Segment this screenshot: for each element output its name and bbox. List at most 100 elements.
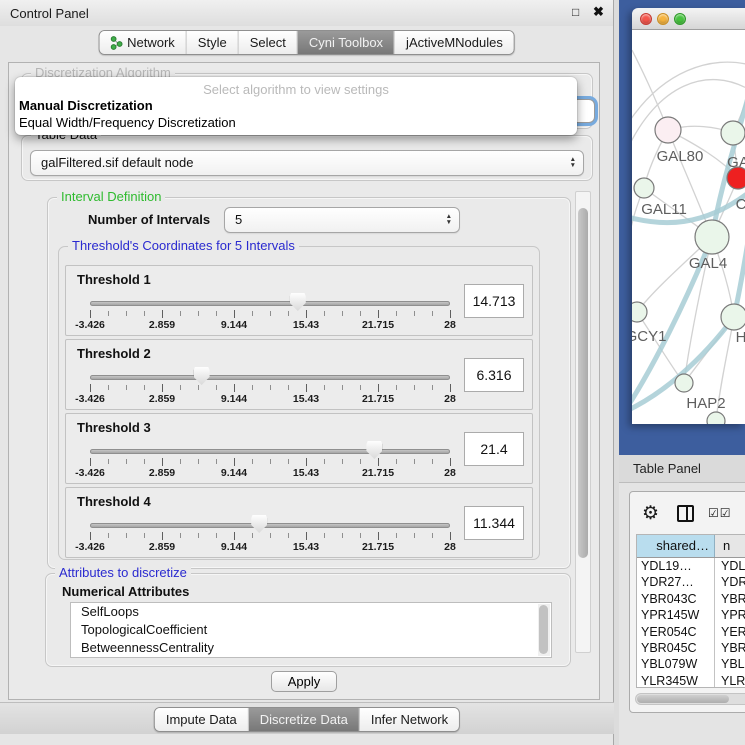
mac-zoom-icon[interactable] <box>674 13 686 25</box>
scrollbar-thumb[interactable] <box>539 605 548 654</box>
control-panel: Control Panel □ ✖ NetworkStyleSelectCyni… <box>0 0 614 745</box>
apply-button[interactable]: Apply <box>271 671 337 692</box>
float-window-icon[interactable]: □ <box>572 5 586 19</box>
network-node-gcy1[interactable] <box>632 302 647 322</box>
network-graph[interactable]: GAL80GACGAL11GAL4GCY1HHAP2 <box>632 30 745 424</box>
table-data-combobox[interactable]: galFiltered.sif default node ▲▼ <box>30 150 584 176</box>
gear-icon[interactable]: ⚙ <box>642 502 659 525</box>
cell-shared-name[interactable]: YPR145W <box>637 607 715 623</box>
cell-name[interactable]: YBR0 <box>715 591 745 607</box>
slider-track[interactable] <box>90 523 450 528</box>
column-header-shared-name[interactable]: shared… <box>637 535 715 557</box>
scrollbar-thumb[interactable] <box>578 208 588 558</box>
slider-track[interactable] <box>90 375 450 380</box>
bottom-tab-strip: Impute Data Discretize Data Infer Network <box>0 702 614 734</box>
numerical-attributes-list[interactable]: SelfLoopsTopologicalCoefficientBetweenne… <box>70 602 552 658</box>
slider-track[interactable] <box>90 301 450 306</box>
network-edge[interactable] <box>734 200 745 317</box>
cell-shared-name[interactable]: YDL19… <box>637 558 715 574</box>
network-node-hap2[interactable] <box>675 374 693 392</box>
slider-tick-label: 9.144 <box>221 393 247 405</box>
cell-shared-name[interactable]: YBR045C <box>637 640 715 656</box>
network-view-window[interactable]: GAL80GACGAL11GAL4GCY1HHAP2 <box>632 8 745 424</box>
dropdown-option-manual[interactable]: Manual Discretization <box>15 97 577 114</box>
attributes-group: Attributes to discretize Numerical Attri… <box>45 573 571 667</box>
threshold-value-field[interactable]: 14.713 <box>464 284 524 318</box>
tab-select[interactable]: Select <box>238 31 297 54</box>
cell-name[interactable]: YER0 <box>715 624 745 640</box>
slider-ticks <box>90 459 451 464</box>
table-horizontal-scrollbar[interactable] <box>635 693 745 705</box>
threshold-slider[interactable]: -3.4262.8599.14415.4321.71528 <box>66 340 532 409</box>
cell-name[interactable]: YPR1 <box>715 607 745 623</box>
attribute-item-betweennesscentrality[interactable]: BetweennessCentrality <box>71 639 551 657</box>
close-icon[interactable]: ✖ <box>593 4 604 20</box>
mac-close-icon[interactable] <box>640 13 652 25</box>
network-edge[interactable] <box>632 62 745 125</box>
slider-tick-label: 28 <box>444 467 456 479</box>
mac-minimize-icon[interactable] <box>657 13 669 25</box>
tab-impute-data[interactable]: Impute Data <box>155 708 248 731</box>
scrollbar-thumb[interactable] <box>637 695 729 703</box>
cell-name[interactable]: YBR0 <box>715 640 745 656</box>
tab-style[interactable]: Style <box>186 31 238 54</box>
cell-shared-name[interactable]: YBR043C <box>637 591 715 607</box>
cell-name[interactable]: YBL0 <box>715 656 745 672</box>
tab-jactivemnodules[interactable]: jActiveMNodules <box>394 31 514 54</box>
table-row[interactable]: YPR145WYPR1 <box>637 607 745 623</box>
network-node[interactable] <box>707 412 725 424</box>
network-node-gal80[interactable] <box>655 117 681 143</box>
threshold-value-field[interactable]: 21.4 <box>464 432 524 466</box>
settings-vertical-scrollbar[interactable] <box>575 191 591 653</box>
tab-network[interactable]: Network <box>99 31 186 54</box>
network-node-ga[interactable] <box>721 121 745 145</box>
network-node-c[interactable] <box>727 167 745 189</box>
table-row[interactable]: YBR045CYBR0 <box>637 640 745 656</box>
number-of-intervals-combobox[interactable]: 5 ▲▼ <box>224 207 460 233</box>
attribute-item-selfloops[interactable]: SelfLoops <box>71 603 551 621</box>
table-row[interactable]: YBL079WYBL0 <box>637 656 745 672</box>
threshold-slider[interactable]: -3.4262.8599.14415.4321.71528 <box>66 488 532 557</box>
tab-discretize-data[interactable]: Discretize Data <box>248 708 359 731</box>
select-columns-icon[interactable]: ☑☑ <box>708 506 732 520</box>
cell-name[interactable]: YLR3 <box>715 673 745 688</box>
threshold-slider[interactable]: -3.4262.8599.14415.4321.71528 <box>66 266 532 335</box>
table-row[interactable]: YLR345WYLR3 <box>637 673 745 688</box>
network-canvas[interactable]: GAL80GACGAL11GAL4GCY1HHAP2 <box>632 30 745 424</box>
table-row[interactable]: YBR043CYBR0 <box>637 591 745 607</box>
slider-major-tick <box>378 532 379 540</box>
column-header-name[interactable]: n <box>715 535 745 557</box>
table-row[interactable]: YER054CYER0 <box>637 624 745 640</box>
network-node-gal11[interactable] <box>634 178 654 198</box>
network-node-h[interactable] <box>721 304 745 330</box>
attributes-list-scrollbar[interactable] <box>538 604 550 656</box>
tab-infer-network[interactable]: Infer Network <box>359 708 459 731</box>
cell-shared-name[interactable]: YER054C <box>637 624 715 640</box>
cell-shared-name[interactable]: YDR27… <box>637 574 715 590</box>
network-window-titlebar[interactable] <box>632 8 745 30</box>
slider-track[interactable] <box>90 449 450 454</box>
show-columns-icon[interactable] <box>677 505 694 522</box>
threshold-slider[interactable]: -3.4262.8599.14415.4321.71528 <box>66 414 532 483</box>
cell-shared-name[interactable]: YBL079W <box>637 656 715 672</box>
network-node-gal4[interactable] <box>695 220 729 254</box>
cell-name[interactable]: YDL1 <box>715 558 745 574</box>
slider-thumb[interactable] <box>251 515 267 533</box>
table-row[interactable]: YDR27…YDR2 <box>637 574 745 590</box>
right-region: GAL80GACGAL11GAL4GCY1HHAP2 Table Panel ⚙… <box>619 0 745 745</box>
thresholds-group: Threshold's Coordinates for 5 Intervals … <box>58 246 540 560</box>
slider-thumb[interactable] <box>366 441 382 459</box>
cell-name[interactable]: YDR2 <box>715 574 745 590</box>
dropdown-option-equal-width[interactable]: Equal Width/Frequency Discretization <box>15 114 577 131</box>
slider-tick-label: 15.43 <box>293 393 319 405</box>
cell-shared-name[interactable]: YLR345W <box>637 673 715 688</box>
tab-label: Discretize Data <box>260 712 348 727</box>
tab-cyni-toolbox[interactable]: Cyni Toolbox <box>297 31 394 54</box>
slider-ticks <box>90 533 451 538</box>
slider-thumb[interactable] <box>290 293 306 311</box>
attribute-item-topologicalcoefficient[interactable]: TopologicalCoefficient <box>71 621 551 639</box>
table-row[interactable]: YDL19…YDL1 <box>637 558 745 574</box>
threshold-value-field[interactable]: 11.344 <box>464 506 524 540</box>
slider-thumb[interactable] <box>194 367 210 385</box>
threshold-value-field[interactable]: 6.316 <box>464 358 524 392</box>
